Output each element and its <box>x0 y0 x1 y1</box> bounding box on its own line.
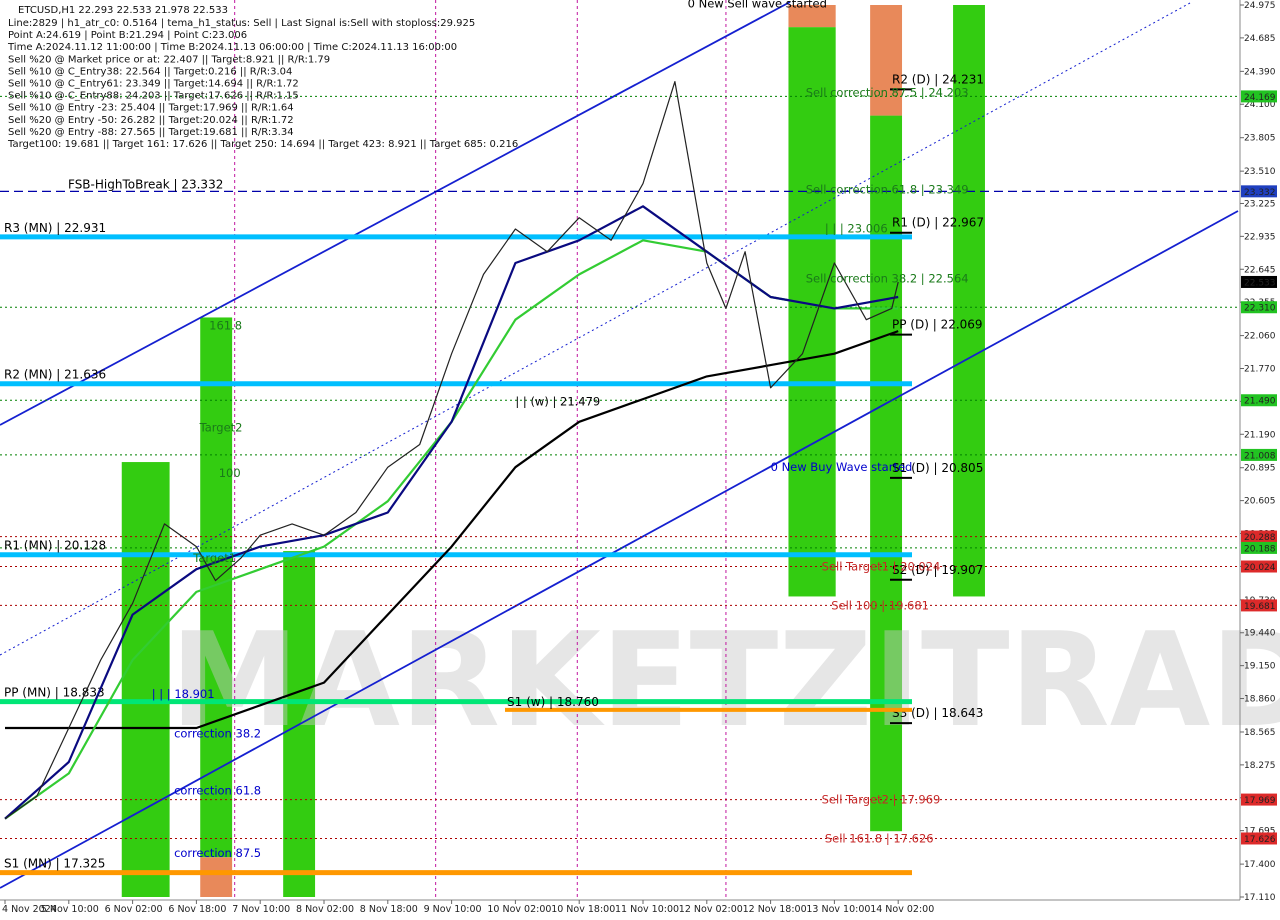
chart-annotation: correction 38.2 <box>174 727 261 741</box>
time-tick-label: 6 Nov 02:00 <box>105 904 163 915</box>
info-line: Point A:24.619 | Point B:21.294 | Point … <box>8 30 247 41</box>
chart-annotation: Sell correction 87.5 | 24.203 <box>806 86 969 100</box>
pivot-level-label: R2 (MN) | 21.636 <box>4 368 106 382</box>
time-tick-label: 8 Nov 02:00 <box>296 904 354 915</box>
info-line: Sell %10 @ C_Entry38: 22.564 || Target:0… <box>8 66 292 77</box>
price-tag-label: 23.332 <box>1244 188 1276 198</box>
chart-annotation: | | (w) | 21.479 <box>515 394 600 408</box>
pivot-level-label: PP (D) | 22.069 <box>892 318 983 332</box>
chart-annotation: 0 New Sell wave started <box>688 0 827 10</box>
signal-zone <box>200 857 233 897</box>
info-line: Target100: 19.681 || Target 161: 17.626 … <box>7 139 518 150</box>
price-tag-label: 19.681 <box>1244 602 1276 612</box>
chart-annotation: 161.8 <box>209 318 242 332</box>
info-line: Sell %20 @ Entry -88: 27.565 || Target:1… <box>8 127 294 138</box>
time-tick-label: 9 Nov 10:00 <box>424 904 482 915</box>
time-tick-label: 13 Nov 10:00 <box>806 904 870 915</box>
signal-zone <box>121 462 170 897</box>
chart-annotation: Sell Target1 | 20.024 <box>822 560 941 574</box>
chart-annotation: | | | 23.006 <box>825 221 888 235</box>
price-tag-label: 17.626 <box>1244 835 1276 845</box>
pivot-level-label: FSB-HighToBreak | 23.332 <box>68 177 223 191</box>
price-tick-label: 22.935 <box>1244 232 1276 242</box>
price-tick-label: 18.860 <box>1244 695 1276 705</box>
price-axis: 24.97524.68524.39024.10023.80523.51023.2… <box>1240 1 1277 903</box>
chart-annotation: Sell correction 38.2 | 22.564 <box>806 271 969 285</box>
signal-zone <box>788 27 836 597</box>
chart-annotation: Sell Target2 | 17.969 <box>822 793 941 807</box>
price-tick-label: 23.805 <box>1244 134 1276 144</box>
price-tick-label: 24.390 <box>1244 67 1276 77</box>
info-line: Sell %20 @ Entry -50: 26.282 || Target:2… <box>8 115 294 126</box>
pivot-level-label: R2 (D) | 24.231 <box>892 72 984 86</box>
info-line: Sell %10 @ C_Entry61: 23.349 || Target:1… <box>8 79 299 90</box>
chart-annotation: 100 <box>219 466 241 480</box>
price-tag-label: 22.533 <box>1244 278 1276 288</box>
price-tag-label: 24.169 <box>1244 93 1276 103</box>
pivot-level-label: PP (MN) | 18.833 <box>4 686 105 700</box>
price-tick-label: 18.565 <box>1244 728 1276 738</box>
chart-annotation: correction 61.8 <box>174 783 261 797</box>
price-tag-label: 21.490 <box>1244 397 1276 407</box>
watermark: MARKETZITRADE <box>170 604 1280 756</box>
chart-annotation: correction 87.5 <box>174 846 261 860</box>
pivot-level-label: R1 (D) | 22.967 <box>892 216 984 230</box>
chart-annotation: Sell 161.8 | 17.626 <box>825 831 934 845</box>
price-tick-label: 22.060 <box>1244 332 1276 342</box>
price-tick-label: 22.645 <box>1244 265 1276 275</box>
symbol-line: ETCUSD,H1 22.293 22.533 21.978 22.533 <box>18 5 228 16</box>
chart-annotation: Sell correction 61.8 | 23.349 <box>806 182 969 196</box>
time-tick-label: 7 Nov 10:00 <box>232 904 290 915</box>
price-tag-label: 20.288 <box>1244 533 1276 543</box>
chart-annotation: | | | 18.901 <box>152 687 215 701</box>
info-line: Sell %10 @ Entry -23: 25.404 || Target:1… <box>8 103 294 114</box>
price-tag-label: 20.188 <box>1244 544 1276 554</box>
price-tick-label: 21.770 <box>1244 364 1276 374</box>
time-tick-label: 11 Nov 10:00 <box>615 904 679 915</box>
time-tick-label: 8 Nov 18:00 <box>360 904 418 915</box>
price-tag-label: 21.008 <box>1244 451 1276 461</box>
time-tick-label: 14 Nov 02:00 <box>870 904 934 915</box>
price-tick-label: 24.685 <box>1244 34 1276 44</box>
pivot-level-label: R3 (MN) | 22.931 <box>4 221 106 235</box>
price-tick-label: 23.225 <box>1244 199 1276 209</box>
info-line: Sell %20 @ Market price or at: 22.407 ||… <box>8 54 330 65</box>
time-tick-label: 10 Nov 18:00 <box>551 904 615 915</box>
time-tick-label: 10 Nov 02:00 <box>487 904 551 915</box>
info-line: Sell %10 @ C_Entry88: 24.203 || Target:1… <box>8 91 299 102</box>
time-tick-label: 12 Nov 02:00 <box>679 904 743 915</box>
chart-annotation: Target1 <box>192 551 236 565</box>
trading-chart[interactable]: MARKETZITRADE R3 (MN) | 22.931 R2 (MN) | … <box>0 0 1280 920</box>
pivot-level-label: S1 (w) | 18.760 <box>507 695 599 709</box>
info-line: Line:2829 | h1_atr_c0: 0.5164 | tema_h1_… <box>8 18 475 29</box>
price-tick-label: 21.190 <box>1244 430 1276 440</box>
price-tick-label: 17.400 <box>1244 860 1276 870</box>
price-tick-label: 17.110 <box>1244 893 1276 903</box>
price-tag-label: 17.969 <box>1244 796 1276 806</box>
price-tick-label: 23.510 <box>1244 167 1276 177</box>
pivot-level-label: R1 (MN) | 20.128 <box>4 539 106 553</box>
price-tick-label: 19.440 <box>1244 629 1276 639</box>
pivot-level-label: S1 (MN) | 17.325 <box>4 857 105 871</box>
price-tick-label: 20.605 <box>1244 497 1276 507</box>
chart-annotation: Target2 <box>199 420 243 434</box>
price-tag-label: 20.024 <box>1244 563 1276 573</box>
time-tick-label: 6 Nov 18:00 <box>168 904 226 915</box>
price-tick-label: 20.895 <box>1244 464 1276 474</box>
chart-annotation: Sell 100 | 19.681 <box>831 598 929 612</box>
time-tick-label: 5 Nov 10:00 <box>41 904 99 915</box>
info-line: Time A:2024.11.12 11:00:00 | Time B:2024… <box>7 42 457 53</box>
time-tick-label: 12 Nov 18:00 <box>743 904 807 915</box>
price-tag-label: 22.310 <box>1244 304 1276 314</box>
chart-annotation: 0 New Buy Wave started <box>771 460 913 474</box>
price-tick-label: 19.150 <box>1244 662 1276 672</box>
price-tick-label: 18.275 <box>1244 761 1276 771</box>
price-tick-label: 24.975 <box>1244 1 1276 11</box>
